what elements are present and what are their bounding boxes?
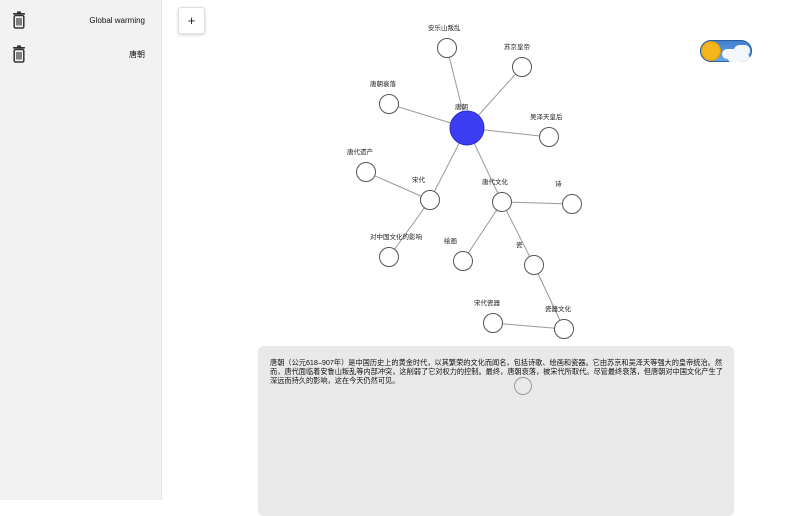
graph-node-label: 唐朝 [455,102,468,111]
graph-edge [533,264,565,330]
graph-node[interactable] [539,127,559,147]
trash-icon[interactable] [11,11,27,29]
graph-node[interactable] [449,110,485,146]
graph-node[interactable] [356,162,376,182]
graph-node-label: 瓷器文化 [545,304,572,313]
graph-edge [501,201,573,205]
graph-node-label: 宋代 [412,175,426,184]
graph-node-label: 诗 [555,179,562,188]
trash-icon[interactable] [11,45,27,63]
sidebar-item-tang[interactable]: 唐朝 [0,40,161,68]
graph-edge [462,201,503,262]
graph-node-label: 吴泽天皇后 [530,112,563,121]
graph-edges [365,47,573,330]
graph-edge [388,199,431,258]
graph-edge [492,322,565,330]
graph-node-overlap[interactable] [514,377,532,395]
graph-node-label: 绘画 [444,236,457,245]
graph-node[interactable] [437,38,457,58]
graph-node-label: 唐代文化 [482,177,509,186]
graph-node-label: 唐朝衰落 [370,79,397,88]
graph-node[interactable] [420,190,440,210]
sidebar-item-label: Global warming [89,15,145,25]
graph-node[interactable] [453,251,473,271]
summary-text: 唐朝（公元618–907年）是中国历史上的黄金时代，以其繁荣的文化而闻名，包括诗… [270,358,723,385]
graph-node[interactable] [524,255,544,275]
graph-node[interactable] [554,319,574,339]
graph-node[interactable] [379,247,399,267]
graph-node[interactable] [379,94,399,114]
graph-node[interactable] [492,192,512,212]
graph-node-label: 宋代瓷器 [474,298,501,307]
sidebar: Global warming 唐朝 [0,0,162,500]
graph-node-label: 苏京皇帝 [504,42,530,51]
summary-panel: 唐朝（公元618–907年）是中国历史上的黄金时代，以其繁荣的文化而闻名，包括诗… [258,346,734,516]
graph-node-label: 唐代遗产 [347,147,374,156]
graph-node[interactable] [483,313,503,333]
graph-edge [501,201,535,266]
sidebar-item-global-warming[interactable]: Global warming [0,6,161,34]
graph-node-label: 安乐山叛乱 [428,23,461,32]
graph-node[interactable] [512,57,532,77]
graph-node-label: 瓷 [516,240,523,249]
sidebar-item-label: 唐朝 [129,49,145,59]
graph-node[interactable] [562,194,582,214]
graph-node-label: 对中国文化的影响 [370,232,423,241]
